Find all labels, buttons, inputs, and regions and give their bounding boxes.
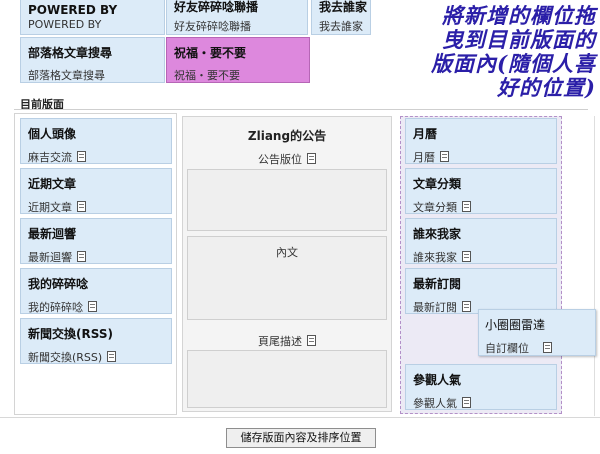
annotation-line: 將新增的欄位拖 bbox=[442, 3, 596, 28]
widget-subtitle: 部落格文章搜尋 bbox=[28, 69, 105, 82]
available-widget-blessing[interactable]: 祝福・要不要 祝福・要不要 bbox=[166, 37, 310, 83]
edit-icon[interactable] bbox=[307, 335, 316, 346]
layout-widget-calendar[interactable]: 月曆 月曆 bbox=[405, 118, 557, 164]
widget-subtitle: 近期文章 bbox=[28, 199, 86, 215]
widget-subtitle: 麻吉交流 bbox=[28, 149, 86, 165]
available-widget-friend-feed[interactable]: 好友碎碎唸聯播 好友碎碎唸聯播 bbox=[166, 0, 308, 35]
edit-icon[interactable] bbox=[77, 151, 86, 162]
widget-subtitle: 我去誰家 bbox=[319, 20, 363, 33]
announcement-caption: 公告版位 bbox=[183, 151, 391, 167]
widget-title: 最新迴響 bbox=[28, 227, 77, 241]
layout-widget-rss[interactable]: 新聞交換(RSS) 新聞交換(RSS) bbox=[20, 318, 172, 364]
widget-subtitle: 文章分類 bbox=[413, 199, 471, 215]
dragging-widget-custom-radar[interactable]: 小圈圈雷達 自訂欄位 bbox=[478, 309, 596, 356]
widget-subtitle: 月曆 bbox=[413, 149, 449, 165]
layout-widget-recent-posts[interactable]: 近期文章 近期文章 bbox=[20, 168, 172, 214]
widget-title: POWERED BY bbox=[28, 3, 118, 17]
middle-column: Zliang的公告 公告版位 內文 頁尾描述 bbox=[182, 116, 392, 412]
widget-subtitle: POWERED BY bbox=[28, 18, 102, 31]
annotation-line: 版面內(隨個人喜 bbox=[431, 51, 596, 76]
widget-title: 誰來我家 bbox=[413, 227, 462, 241]
widget-title: 我的碎碎唸 bbox=[28, 277, 89, 291]
layout-widget-recent-comments[interactable]: 最新迴響 最新迴響 bbox=[20, 218, 172, 264]
save-layout-button[interactable]: 儲存版面內容及排序位置 bbox=[226, 428, 376, 448]
widget-title: 月曆 bbox=[413, 127, 438, 141]
edit-icon[interactable] bbox=[440, 151, 449, 162]
widget-title: 小圈圈雷達 bbox=[485, 318, 546, 332]
edit-icon[interactable] bbox=[77, 201, 86, 212]
footer-area bbox=[187, 350, 387, 408]
widget-title: 個人頭像 bbox=[28, 127, 77, 141]
widget-title: 文章分類 bbox=[413, 177, 462, 191]
edit-icon[interactable] bbox=[107, 351, 117, 362]
divider bbox=[594, 116, 595, 416]
layout-widget-avatar[interactable]: 個人頭像 麻吉交流 bbox=[20, 118, 172, 164]
layout-widget-subscriptions[interactable]: 最新訂閱 最新訂閱 bbox=[405, 268, 557, 314]
footer-caption: 頁尾描述 bbox=[183, 333, 391, 349]
annotation-line: 曳到目前版面的 bbox=[442, 27, 596, 52]
edit-icon[interactable] bbox=[88, 301, 97, 312]
widget-subtitle: 好友碎碎唸聯播 bbox=[174, 20, 251, 33]
widget-title: 好友碎碎唸聯播 bbox=[174, 0, 259, 14]
annotation-line: 好的位置) bbox=[497, 75, 596, 100]
widget-subtitle: 誰來我家 bbox=[413, 249, 471, 265]
widget-title: 參觀人氣 bbox=[413, 373, 462, 387]
edit-icon[interactable] bbox=[307, 153, 316, 164]
widget-title: 祝福・要不要 bbox=[174, 46, 247, 60]
edit-icon[interactable] bbox=[462, 301, 471, 312]
widget-subtitle: 參觀人氣 bbox=[413, 395, 471, 411]
divider bbox=[0, 417, 600, 418]
layout-widget-hit-counter[interactable]: 參觀人氣 參觀人氣 bbox=[405, 364, 557, 410]
widget-title: 我去誰家 bbox=[319, 0, 368, 14]
annotation-text: 將新增的欄位拖 曳到目前版面的 版面內(隨個人喜 好的位置) bbox=[368, 4, 596, 100]
available-widget-powered-by[interactable]: POWERED BY POWERED BY bbox=[20, 0, 165, 35]
layout-widget-categories[interactable]: 文章分類 文章分類 bbox=[405, 168, 557, 214]
layout-widget-murmur[interactable]: 我的碎碎唸 我的碎碎唸 bbox=[20, 268, 172, 314]
announcement-area bbox=[187, 169, 387, 231]
edit-icon[interactable] bbox=[462, 201, 471, 212]
widget-subtitle: 最新迴響 bbox=[28, 249, 86, 265]
announcement-title: Zliang的公告 bbox=[247, 129, 327, 143]
layout-widget-visitors[interactable]: 誰來我家 誰來我家 bbox=[405, 218, 557, 264]
edit-icon[interactable] bbox=[462, 397, 471, 408]
widget-subtitle: 新聞交換(RSS) bbox=[28, 349, 117, 365]
widget-title: 最新訂閱 bbox=[413, 277, 462, 291]
widget-title: 部落格文章搜尋 bbox=[28, 46, 113, 60]
widget-subtitle: 自訂欄位 bbox=[485, 340, 552, 356]
widget-title: 新聞交換(RSS) bbox=[28, 327, 113, 341]
edit-icon[interactable] bbox=[77, 251, 86, 262]
edit-icon[interactable] bbox=[462, 251, 471, 262]
widget-subtitle: 祝福・要不要 bbox=[174, 69, 240, 82]
divider bbox=[14, 109, 588, 110]
widget-subtitle: 我的碎碎唸 bbox=[28, 299, 97, 315]
edit-icon[interactable] bbox=[543, 342, 552, 353]
widget-title: 近期文章 bbox=[28, 177, 77, 191]
content-caption: 內文 bbox=[276, 246, 298, 259]
available-widget-blog-search[interactable]: 部落格文章搜尋 部落格文章搜尋 bbox=[20, 37, 165, 83]
widget-subtitle: 最新訂閱 bbox=[413, 299, 471, 315]
available-widget-visits[interactable]: 我去誰家 我去誰家 bbox=[311, 0, 371, 35]
